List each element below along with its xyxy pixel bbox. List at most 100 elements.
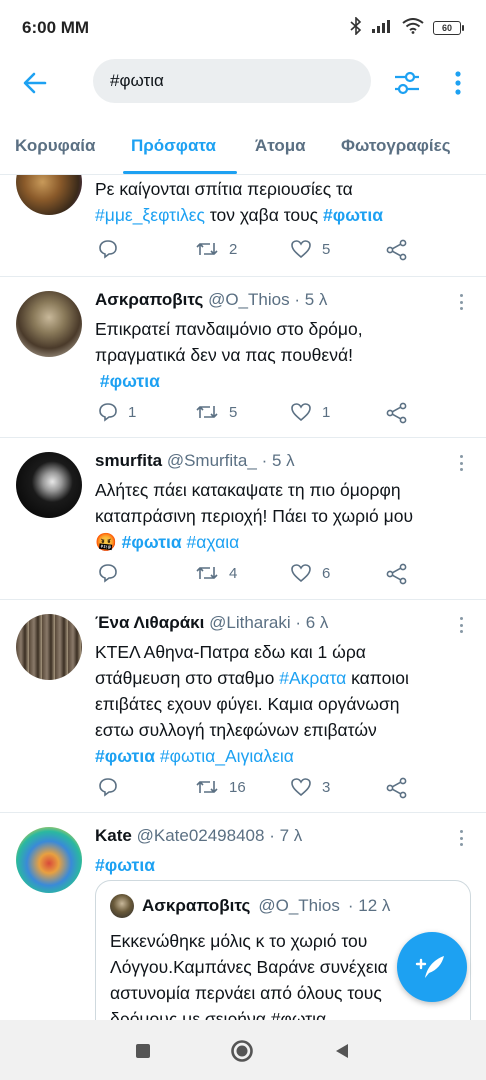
hashtag-link[interactable]: #αχαια	[187, 532, 240, 552]
compose-tweet-icon	[415, 956, 444, 978]
home-circle-icon	[231, 1040, 253, 1062]
search-input[interactable]: #φωτια	[93, 59, 371, 103]
tab-people[interactable]: Άτομα	[255, 136, 306, 156]
hashtag-link[interactable]: #φωτια_Αιγιαλεια	[160, 746, 294, 766]
tweet-actions: 4 6	[95, 563, 415, 589]
more-vertical-icon	[455, 71, 461, 95]
retweet-icon	[196, 781, 218, 793]
retweet-icon	[196, 567, 218, 579]
hashtag-link[interactable]: #μμε_ξεφτιλες	[95, 205, 205, 225]
share-icon	[386, 563, 407, 585]
author-name[interactable]: Ένα Λιθαράκι	[95, 613, 204, 632]
reply-button[interactable]	[98, 777, 118, 797]
reply-icon	[99, 778, 117, 797]
share-button[interactable]	[386, 239, 408, 261]
heart-icon	[291, 564, 311, 583]
tweet-time: · 5 λ	[294, 290, 328, 309]
tweet-more-button[interactable]	[452, 452, 470, 474]
avatar[interactable]	[16, 827, 82, 893]
quoted-author-handle: @O_Thios	[258, 896, 340, 915]
tweet-more-button[interactable]	[452, 827, 470, 849]
share-icon	[386, 402, 407, 424]
retweet-icon	[196, 406, 218, 418]
quoted-tweet-header: Ασκραποβιτς @O_Thios · 12 λ	[110, 894, 390, 918]
retweet-button[interactable]: 16	[195, 777, 246, 797]
tab-top[interactable]: Κορυφαία	[15, 136, 95, 156]
back-button[interactable]	[20, 68, 50, 98]
tweet-text: Ρε καίγονται σπίτια περιουσίες τα #μμε_ξ…	[95, 179, 383, 225]
quoted-author-name: Ασκραποβιτς	[142, 896, 251, 915]
reply-count: 1	[128, 403, 137, 421]
tab-latest[interactable]: Πρόσφατα	[131, 136, 216, 156]
like-button[interactable]: 5	[290, 239, 330, 259]
tweet-header: Ένα Λιθαράκι @Litharaki · 6 λ	[95, 613, 328, 633]
like-button[interactable]: 3	[290, 777, 330, 797]
share-button[interactable]	[386, 777, 408, 799]
system-nav-bar	[0, 1020, 486, 1080]
tab-photos[interactable]: Φωτογραφίες	[341, 136, 451, 156]
like-count: 1	[322, 403, 331, 421]
back-arrow-icon	[23, 72, 47, 94]
author-name[interactable]: Kate	[95, 826, 132, 845]
back-triangle-icon	[336, 1044, 348, 1058]
share-button[interactable]	[386, 402, 408, 424]
like-button[interactable]: 6	[290, 563, 330, 583]
author-name[interactable]: smurfita	[95, 451, 162, 470]
tweet-time: · 5 λ	[261, 451, 295, 470]
retweet-button[interactable]: 2	[195, 239, 237, 259]
like-button[interactable]: 1	[290, 402, 330, 422]
tweet-time: · 7 λ	[269, 826, 303, 845]
retweet-button[interactable]: 4	[195, 563, 237, 583]
reply-button[interactable]	[98, 239, 118, 259]
search-filter-button[interactable]	[390, 66, 424, 100]
wifi-icon	[402, 17, 424, 39]
reply-button[interactable]: 1	[98, 402, 136, 422]
avatar[interactable]	[16, 452, 82, 518]
reply-button[interactable]	[98, 563, 118, 583]
recents-button[interactable]	[130, 1038, 156, 1064]
author-handle: @Litharaki	[209, 613, 291, 632]
avatar[interactable]	[16, 614, 82, 680]
tweet-feed[interactable]: Ρε καίγονται σπίτια περιουσίες τα #μμε_ξ…	[0, 175, 486, 1020]
tweet-item[interactable]: Ασκραποβιτς @O_Thios · 5 λ Επικρατεί παν…	[0, 277, 486, 438]
retweet-count: 16	[229, 778, 246, 796]
share-icon	[386, 777, 407, 799]
tweet-header: smurfita @Smurfita_ · 5 λ	[95, 451, 295, 471]
hashtag-link[interactable]: #φωτια	[95, 746, 155, 766]
author-handle: @O_Thios	[208, 290, 290, 309]
tweet-header: Kate @Kate02498408 · 7 λ	[95, 826, 302, 846]
tweet-actions: 2 5	[95, 239, 415, 265]
bluetooth-icon	[350, 15, 362, 40]
avatar[interactable]	[16, 175, 82, 215]
reply-icon	[99, 564, 117, 583]
tweet-actions: 1 5 1	[95, 402, 415, 428]
reply-icon	[99, 403, 117, 422]
tweet-more-button[interactable]	[452, 614, 470, 636]
tweet-item[interactable]: Ρε καίγονται σπίτια περιουσίες τα #μμε_ξ…	[0, 175, 486, 277]
angry-emoji: 🤬	[95, 532, 117, 552]
back-nav-button[interactable]	[329, 1038, 355, 1064]
share-button[interactable]	[386, 563, 408, 585]
avatar[interactable]	[16, 291, 82, 357]
tweet-more-button[interactable]	[452, 291, 470, 313]
tweet-text: Επικρατεί πανδαιμόνιο στο δρόμο, πραγματ…	[95, 319, 363, 391]
hashtag-link[interactable]: #Ακρατα	[279, 668, 346, 688]
tweet-item[interactable]: smurfita @Smurfita_ · 5 λ Αλήτες πάει κα…	[0, 438, 486, 600]
retweet-button[interactable]: 5	[195, 402, 237, 422]
overflow-menu-button[interactable]	[446, 66, 470, 100]
author-name[interactable]: Ασκραποβιτς	[95, 290, 203, 309]
tweet-header: Ασκραποβιτς @O_Thios · 5 λ	[95, 290, 327, 310]
signal-icon	[371, 18, 393, 39]
hashtag-link[interactable]: #φωτια	[122, 532, 182, 552]
search-tabs: Κορυφαία Πρόσφατα Άτομα Φωτογραφίες	[0, 118, 486, 175]
like-count: 5	[322, 240, 331, 258]
tweet-item[interactable]: Ένα Λιθαράκι @Litharaki · 6 λ ΚΤΕΛ Αθηνα…	[0, 600, 486, 813]
hashtag-link[interactable]: #φωτια	[323, 205, 383, 225]
compose-tweet-button[interactable]	[397, 932, 467, 1002]
home-button[interactable]	[229, 1038, 255, 1064]
retweet-count: 4	[229, 564, 238, 582]
heart-icon	[291, 240, 311, 259]
hashtag-link[interactable]: #φωτια	[95, 855, 155, 875]
hashtag-link[interactable]: #φωτια	[100, 371, 160, 391]
battery-level: 60	[433, 21, 461, 35]
